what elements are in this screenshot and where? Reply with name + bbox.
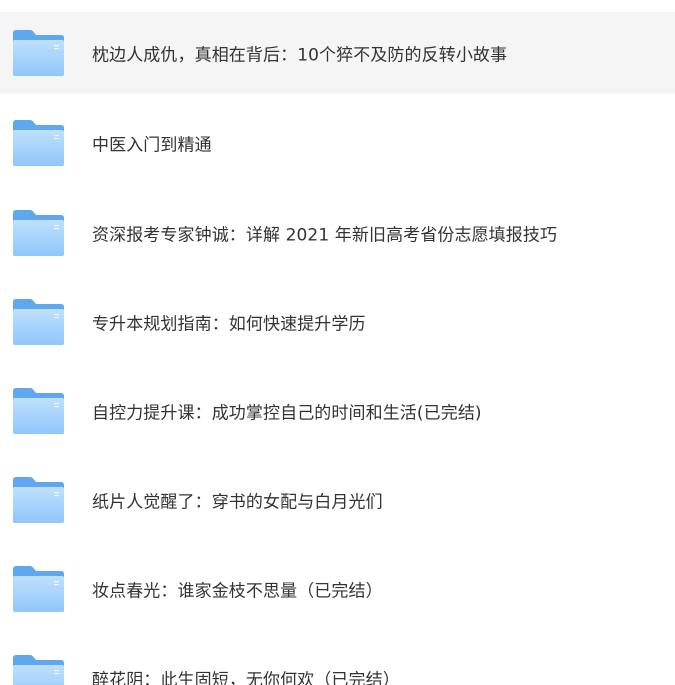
folder-icon	[11, 565, 65, 613]
file-row[interactable]: 醉花阴：此生固短，无你何欢（已完结）	[0, 637, 675, 685]
file-row[interactable]: 自控力提升课：成功掌控自己的时间和生活(已完结)	[0, 370, 675, 452]
file-list: 枕边人成仇，真相在背后：10个猝不及防的反转小故事 中医入门到精通 资深报考专家…	[0, 0, 675, 685]
folder-icon	[11, 209, 65, 257]
folder-icon	[11, 298, 65, 346]
file-name: 自控力提升课：成功掌控自己的时间和生活(已完结)	[92, 403, 482, 424]
file-name: 纸片人觉醒了：穿书的女配与白月光们	[92, 492, 383, 513]
file-row[interactable]: 专升本规划指南：如何快速提升学历	[0, 281, 675, 363]
file-row[interactable]: 纸片人觉醒了：穿书的女配与白月光们	[0, 459, 675, 541]
file-name: 醉花阴：此生固短，无你何欢（已完结）	[92, 670, 400, 685]
file-name: 枕边人成仇，真相在背后：10个猝不及防的反转小故事	[92, 45, 508, 66]
folder-icon	[11, 387, 65, 435]
file-name: 妆点春光：谁家金枝不思量（已完结）	[92, 581, 383, 602]
folder-icon	[11, 29, 65, 77]
folder-icon	[11, 119, 65, 167]
file-row[interactable]: 枕边人成仇，真相在背后：10个猝不及防的反转小故事	[0, 12, 675, 94]
file-name: 中医入门到精通	[92, 135, 212, 156]
folder-icon	[11, 476, 65, 524]
file-row[interactable]: 妆点春光：谁家金枝不思量（已完结）	[0, 548, 675, 630]
file-name: 专升本规划指南：如何快速提升学历	[92, 314, 366, 335]
folder-icon	[11, 654, 65, 685]
file-row[interactable]: 中医入门到精通	[0, 102, 675, 184]
file-name: 资深报考专家钟诚：详解 2021 年新旧高考省份志愿填报技巧	[92, 225, 558, 246]
file-row[interactable]: 资深报考专家钟诚：详解 2021 年新旧高考省份志愿填报技巧	[0, 192, 675, 274]
